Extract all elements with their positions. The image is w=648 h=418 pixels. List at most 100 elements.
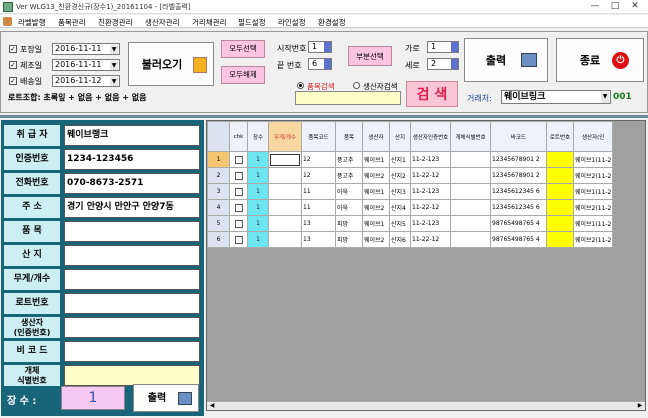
client-select[interactable]: 웨이브링크 ▼ (501, 90, 611, 104)
row-producer-cert[interactable]: 웨이브1(11-2 (572, 183, 614, 200)
row-count[interactable]: 1 (247, 151, 269, 168)
row-lot[interactable] (546, 167, 574, 184)
partial-select-button[interactable]: 부분선택 (348, 46, 392, 66)
barcode-field[interactable] (64, 341, 200, 362)
row-producer-cert[interactable]: 웨이브1(11-2 (572, 215, 614, 232)
ship-date-picker[interactable]: 2016-11-12 ▼ (52, 75, 120, 87)
minimize-icon[interactable]: — (588, 1, 602, 12)
scroll-right-icon[interactable]: ▶ (636, 403, 644, 409)
print-button[interactable]: 출력 (464, 38, 548, 82)
row-lot[interactable] (546, 183, 574, 200)
row-count[interactable]: 1 (247, 167, 269, 184)
scroll-left-icon[interactable]: ◀ (208, 403, 216, 409)
menu-client[interactable]: 거리채관리 (192, 17, 227, 28)
row-producer-cert[interactable]: 웨이브1(11-2 (572, 151, 614, 168)
count-field[interactable]: 1 (61, 386, 125, 410)
row-item[interactable]: 풍고추 (335, 167, 363, 184)
header-item[interactable]: 품목 (335, 121, 363, 152)
mfg-date-picker[interactable]: 2016-11-11 ▼ (52, 59, 120, 71)
row-entity-id[interactable] (450, 151, 491, 168)
entity-id-field[interactable] (64, 365, 200, 386)
row-weight[interactable] (268, 231, 302, 248)
producer-search-radio[interactable] (353, 82, 360, 89)
handler-field[interactable]: 웨이브랭크 (64, 125, 200, 146)
row-lot[interactable] (546, 151, 574, 168)
row-cert[interactable]: 11-2-123 (410, 215, 451, 232)
row-weight[interactable] (268, 151, 302, 168)
row-barcode[interactable]: 98765498765 4 (490, 231, 547, 248)
row-cert[interactable]: 11-22-12 (410, 231, 451, 248)
table-row[interactable]: 1 1 12 풍고추 웨이브1 산지1 11-2-123 12345678901… (207, 151, 614, 168)
menu-producer[interactable]: 생산자관리 (145, 17, 180, 28)
row-origin[interactable]: 산지2 (389, 167, 411, 184)
label-grid[interactable]: chk 장수 무게/개수 품목코드 품목 생산자 산지 생산자인증번호 개체식별… (206, 120, 646, 411)
row-barcode[interactable]: 12345678901 2 (490, 167, 547, 184)
cert-number-field[interactable]: 1234-123456 (64, 149, 200, 170)
deselect-all-button[interactable]: 모두해제 (221, 66, 265, 84)
row-producer-cert[interactable]: 웨이브2(11-2 (572, 199, 614, 216)
row-entity-id[interactable] (450, 183, 491, 200)
menu-field[interactable]: 필드설정 (238, 17, 266, 28)
row-barcode[interactable]: 12345612345 6 (490, 183, 547, 200)
row-cert[interactable]: 11-2-123 (410, 151, 451, 168)
row-barcode[interactable]: 98765498765 4 (490, 215, 547, 232)
row-item-code[interactable]: 12 (301, 167, 336, 184)
row-item[interactable]: 피망 (335, 215, 363, 232)
row-producer-cert[interactable]: 웨이브2(11-2 (572, 167, 614, 184)
row-checkbox[interactable] (229, 167, 248, 184)
header-barcode[interactable]: 바코드 (490, 121, 547, 152)
width-spinner[interactable]: 1 (427, 41, 459, 53)
row-entity-id[interactable] (450, 167, 491, 184)
row-producer[interactable]: 웨이브2 (362, 231, 390, 248)
row-item[interactable]: 풍고추 (335, 151, 363, 168)
row-producer[interactable]: 웨이브1 (362, 215, 390, 232)
item-search-radio[interactable] (297, 82, 304, 89)
table-row[interactable]: 6 1 13 피망 웨이브2 산지6 11-22-12 98765498765 … (207, 231, 614, 248)
row-checkbox[interactable] (229, 231, 248, 248)
row-cert[interactable]: 11-22-12 (410, 167, 451, 184)
item-field[interactable] (64, 221, 200, 242)
row-producer[interactable]: 웨이브1 (362, 183, 390, 200)
search-button[interactable]: 검 색 (406, 81, 458, 107)
row-checkbox[interactable] (229, 199, 248, 216)
maximize-icon[interactable]: □ (608, 1, 622, 12)
menu-items[interactable]: 품목관리 (58, 17, 86, 28)
row-weight[interactable] (268, 215, 302, 232)
header-cert[interactable]: 생산자인증번호 (410, 121, 451, 152)
row-weight[interactable] (268, 199, 302, 216)
row-cert[interactable]: 11-2-123 (410, 183, 451, 200)
row-item-code[interactable]: 12 (301, 151, 336, 168)
load-button[interactable]: 불러오기 (128, 42, 214, 86)
row-entity-id[interactable] (450, 215, 491, 232)
row-origin[interactable]: 산지1 (389, 151, 411, 168)
row-origin[interactable]: 산지3 (389, 183, 411, 200)
row-barcode[interactable]: 12345612345 6 (490, 199, 547, 216)
row-item-code[interactable]: 13 (301, 215, 336, 232)
header-weight[interactable]: 무게/개수 (268, 121, 302, 152)
menu-env[interactable]: 환경설정 (318, 17, 346, 28)
producer-field[interactable] (64, 317, 200, 338)
menu-label-print[interactable]: 라벨발행 (18, 17, 46, 28)
close-icon[interactable]: ✕ (628, 1, 642, 12)
row-origin[interactable]: 산지6 (389, 231, 411, 248)
row-count[interactable]: 1 (247, 183, 269, 200)
height-spinner[interactable]: 2 (427, 58, 459, 70)
header-count[interactable]: 장수 (247, 121, 269, 152)
row-entity-id[interactable] (450, 199, 491, 216)
row-cert[interactable]: 11-22-12 (410, 199, 451, 216)
row-entity-id[interactable] (450, 231, 491, 248)
row-checkbox[interactable] (229, 183, 248, 200)
table-row[interactable]: 5 1 13 피망 웨이브1 산지5 11-2-123 98765498765 … (207, 215, 614, 232)
menu-eco[interactable]: 친환경관리 (98, 17, 133, 28)
table-row[interactable]: 2 1 12 풍고추 웨이브2 산지2 11-22-12 12345678901… (207, 167, 614, 184)
row-item[interactable]: 아욱 (335, 199, 363, 216)
row-lot[interactable] (546, 231, 574, 248)
table-row[interactable]: 3 1 11 아욱 웨이브1 산지3 11-2-123 12345612345 … (207, 183, 614, 200)
table-row[interactable]: 4 1 11 아욱 웨이브2 산지4 11-22-12 12345612345 … (207, 199, 614, 216)
address-field[interactable]: 경기 안양시 만안구 안양7동 (64, 197, 200, 218)
row-item[interactable]: 아욱 (335, 183, 363, 200)
origin-field[interactable] (64, 245, 200, 266)
row-item-code[interactable]: 11 (301, 183, 336, 200)
row-count[interactable]: 1 (247, 199, 269, 216)
bottom-print-button[interactable]: 출력 (133, 384, 199, 412)
